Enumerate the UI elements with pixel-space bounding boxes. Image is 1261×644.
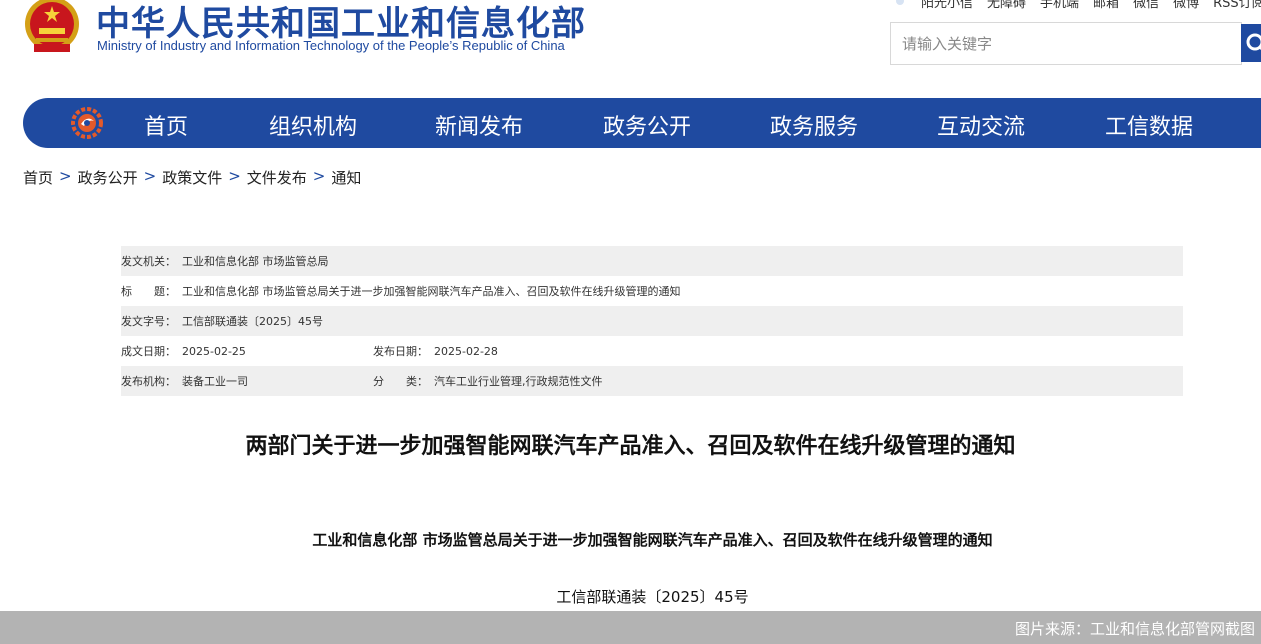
gear-logo-icon — [71, 107, 103, 139]
meta-issuer-value: 工业和信息化部 市场监管总局 — [182, 255, 329, 268]
meta-row-org: 发布机构： 装备工业一司 分 类： 汽车工业行业管理,行政规范性文件 — [121, 366, 1183, 396]
nav-item-interaction[interactable]: 互动交流 — [937, 109, 1025, 141]
top-link-mobile[interactable]: 手机端 — [1040, 0, 1079, 11]
nav-item-home[interactable]: 首页 — [144, 109, 188, 141]
document-number: 工信部联通装〔2025〕45号 — [556, 588, 749, 606]
meta-title-value: 工业和信息化部 市场监管总局关于进一步加强智能网联汽车产品准入、召回及软件在线升… — [182, 285, 681, 298]
breadcrumb: 首页 > 政务公开 > 政策文件 > 文件发布 > 通知 — [23, 167, 361, 188]
nav-item-gov-services[interactable]: 政务服务 — [770, 109, 858, 141]
meta-org-value: 装备工业一司 — [182, 375, 248, 388]
meta-created-value: 2025-02-25 — [182, 344, 246, 358]
meta-created-label: 成文日期： — [121, 345, 176, 358]
top-link-accessibility[interactable]: 无障碍 — [987, 0, 1026, 11]
top-link-mail[interactable]: 邮箱 — [1093, 0, 1119, 11]
meta-doc-number-value: 工信部联通装〔2025〕45号 — [182, 315, 323, 328]
meta-title-label: 标 题： — [121, 285, 176, 298]
breadcrumb-notice[interactable]: 通知 — [331, 167, 361, 188]
nav-item-data[interactable]: 工信数据 — [1105, 109, 1193, 141]
breadcrumb-home[interactable]: 首页 — [23, 167, 53, 188]
site-subtitle: Ministry of Industry and Information Tec… — [97, 38, 565, 53]
meta-published-label: 发布日期： — [373, 345, 428, 358]
search-box — [890, 22, 1242, 65]
breadcrumb-separator: > — [59, 167, 72, 185]
meta-category-value: 汽车工业行业管理,行政规范性文件 — [434, 375, 603, 388]
meta-issuer-label: 发文机关： — [121, 255, 176, 268]
breadcrumb-gov-affairs[interactable]: 政务公开 — [78, 167, 138, 188]
search-input[interactable] — [891, 23, 1241, 64]
top-link-weibo[interactable]: 微博 — [1173, 0, 1199, 11]
breadcrumb-doc-release[interactable]: 文件发布 — [247, 167, 307, 188]
breadcrumb-separator: > — [143, 167, 157, 185]
article-title: 两部门关于进一步加强智能网联汽车产品准入、召回及软件在线升级管理的通知 — [245, 434, 1016, 459]
image-caption-bar: 图片来源：工业和信息化部管网截图 — [0, 611, 1261, 644]
breadcrumb-separator: > — [312, 167, 326, 185]
nav-item-organization[interactable]: 组织机构 — [269, 109, 357, 141]
meta-org-label: 发布机构： — [121, 375, 176, 388]
top-links: 阳光小信 无障碍 手机端 邮箱 微信 微博 RSS订阅 — [893, 0, 1261, 11]
top-link-wechat[interactable]: 微信 — [1133, 0, 1159, 11]
search-icon — [1246, 33, 1261, 51]
meta-row-issuer: 发文机关： 工业和信息化部 市场监管总局 — [121, 246, 1183, 276]
meta-published-value: 2025-02-28 — [434, 344, 498, 358]
meta-doc-number-label: 发文字号： — [121, 315, 176, 328]
national-emblem-icon — [22, 0, 82, 58]
meta-row-dates: 成文日期： 2025-02-25 发布日期： 2025-02-28 — [121, 336, 1183, 366]
search-button[interactable] — [1241, 24, 1261, 62]
image-caption: 图片来源：工业和信息化部管网截图 — [1014, 620, 1255, 638]
breadcrumb-policy-docs[interactable]: 政策文件 — [162, 167, 222, 188]
meta-category-label: 分 类： — [373, 375, 428, 388]
meta-row-title: 标 题： 工业和信息化部 市场监管总局关于进一步加强智能网联汽车产品准入、召回及… — [121, 276, 1183, 306]
top-link-sunshine[interactable]: 阳光小信 — [921, 0, 973, 11]
top-link-rss[interactable]: RSS订阅 — [1213, 0, 1261, 11]
nav-item-gov-affairs[interactable]: 政务公开 — [603, 109, 691, 141]
meta-row-doc-number: 发文字号： 工信部联通装〔2025〕45号 — [121, 306, 1183, 336]
breadcrumb-separator: > — [228, 167, 241, 185]
document-title: 工业和信息化部 市场监管总局关于进一步加强智能网联汽车产品准入、召回及软件在线升… — [312, 531, 993, 549]
sunshine-icon — [893, 0, 907, 8]
document-meta-table: 发文机关： 工业和信息化部 市场监管总局 标 题： 工业和信息化部 市场监管总局… — [121, 246, 1183, 396]
main-nav: 首页 组织机构 新闻发布 政务公开 政务服务 互动交流 工信数据 — [23, 98, 1261, 148]
nav-item-news[interactable]: 新闻发布 — [435, 109, 523, 141]
